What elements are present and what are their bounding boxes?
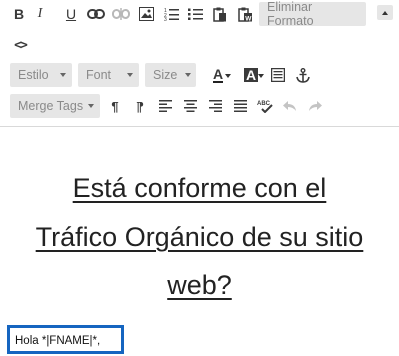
align-center-icon[interactable] — [180, 95, 200, 117]
table-icon[interactable] — [268, 64, 288, 86]
underline-icon[interactable]: U — [61, 3, 81, 25]
redo-icon[interactable] — [305, 95, 325, 117]
remove-format-label: Eliminar Formato — [267, 0, 314, 28]
paragraph-ltr-label: ¶ — [111, 98, 119, 114]
paragraph-rtl-button[interactable]: ¶ — [130, 95, 150, 117]
text-color-button[interactable]: A — [206, 64, 231, 86]
ordered-list-icon[interactable]: 123 — [161, 3, 181, 25]
merge-tags-dropdown[interactable]: Merge Tags — [10, 94, 100, 118]
chevron-down-icon — [60, 73, 66, 77]
align-right-icon[interactable] — [205, 95, 225, 117]
paste-icon[interactable] — [210, 3, 230, 25]
size-dropdown[interactable]: Size — [145, 63, 196, 87]
background-color-label: A — [243, 67, 259, 83]
svg-text:3: 3 — [164, 17, 167, 21]
image-icon[interactable] — [136, 3, 156, 25]
chevron-down-icon — [185, 73, 191, 77]
heading-line-2: Tráfico Orgánico de su sitio — [35, 222, 364, 252]
spellcheck-icon[interactable]: ABC — [255, 95, 275, 117]
align-left-icon[interactable] — [155, 95, 175, 117]
paragraph-rtl-label: ¶ — [136, 98, 144, 114]
chevron-down-icon — [127, 73, 133, 77]
greeting-text-block[interactable]: Hola *|FNAME|*, — [7, 325, 124, 354]
editor-toolbar: B I U 123 W Eliminar Formato <> Estilo F… — [0, 0, 399, 127]
text-color-label: A — [212, 65, 224, 83]
merge-tags-label: Merge Tags — [18, 99, 84, 113]
italic-icon[interactable]: I — [30, 3, 50, 25]
unlink-icon[interactable] — [111, 3, 131, 25]
size-dropdown-label: Size — [153, 68, 178, 82]
svg-text:ABC: ABC — [257, 101, 271, 107]
source-code-label: <> — [14, 37, 28, 53]
source-code-button[interactable]: <> — [10, 34, 30, 56]
undo-icon[interactable] — [280, 95, 300, 117]
paste-word-icon[interactable]: W — [235, 3, 255, 25]
style-dropdown[interactable]: Estilo — [10, 63, 72, 87]
greeting-text: Hola *|FNAME|*, — [15, 335, 101, 347]
heading-line-3: web? — [167, 270, 232, 300]
chevron-down-icon — [258, 74, 264, 78]
font-dropdown[interactable]: Font — [78, 63, 139, 87]
anchor-icon[interactable] — [293, 64, 313, 86]
style-dropdown-label: Estilo — [18, 68, 49, 82]
chevron-down-icon — [225, 74, 231, 78]
background-color-button[interactable]: A — [238, 64, 264, 86]
bold-icon[interactable]: B — [9, 3, 29, 25]
heading-line-1: Está conforme con el — [72, 173, 327, 203]
chevron-down-icon — [88, 104, 94, 108]
link-icon[interactable] — [86, 3, 106, 25]
font-dropdown-label: Font — [86, 68, 112, 82]
align-justify-icon[interactable] — [230, 95, 250, 117]
collapse-toolbar-icon[interactable] — [377, 5, 393, 20]
svg-text:W: W — [245, 15, 252, 22]
unordered-list-icon[interactable] — [185, 3, 205, 25]
remove-format-button[interactable]: Eliminar Formato — [259, 0, 366, 28]
paragraph-ltr-button[interactable]: ¶ — [105, 95, 125, 117]
